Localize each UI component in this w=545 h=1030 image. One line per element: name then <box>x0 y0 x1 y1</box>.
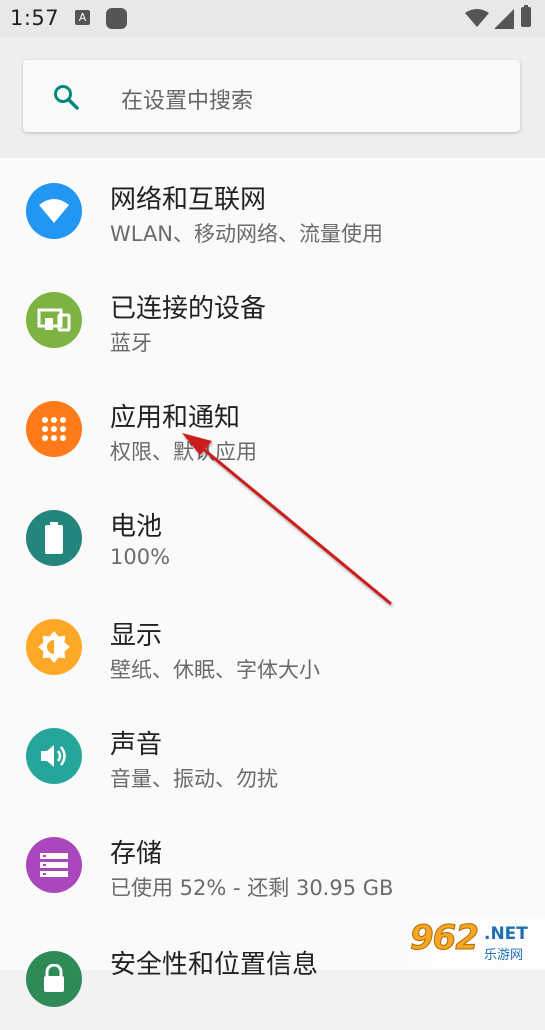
settings-item-connected-devices[interactable]: 已连接的设备 蓝牙 <box>0 267 545 376</box>
devices-icon <box>26 292 82 348</box>
settings-item-subtitle: 蓝牙 <box>110 331 152 355</box>
settings-item-subtitle: 壁纸、休眠、字体大小 <box>110 658 320 682</box>
search-area: 在设置中搜索 <box>0 37 545 158</box>
settings-item-subtitle: WLAN、移动网络、流量使用 <box>110 222 384 246</box>
battery-icon <box>26 510 82 566</box>
notification-a-icon: A <box>75 10 90 25</box>
brightness-icon <box>26 619 82 675</box>
settings-item-storage[interactable]: 存储 已使用 52% - 还剩 30.95 GB <box>0 812 545 921</box>
search-icon <box>54 85 79 110</box>
settings-item-apps-notifications[interactable]: 应用和通知 权限、默认应用 <box>0 376 545 485</box>
settings-item-title: 安全性和位置信息 <box>110 950 319 980</box>
volume-icon <box>26 728 82 784</box>
search-input[interactable]: 在设置中搜索 <box>23 60 520 132</box>
settings-item-title: 网络和互联网 <box>110 185 267 215</box>
settings-item-display[interactable]: 显示 壁纸、休眠、字体大小 <box>0 594 545 703</box>
storage-icon <box>26 837 82 893</box>
search-placeholder: 在设置中搜索 <box>121 89 254 114</box>
settings-item-sound[interactable]: 声音 音量、振动、勿扰 <box>0 703 545 812</box>
signal-icon <box>494 9 514 29</box>
settings-item-title: 显示 <box>110 621 163 651</box>
status-bar: 1:57 A <box>0 0 545 37</box>
watermark-sub: 乐游网 <box>484 948 524 963</box>
settings-item-title: 已连接的设备 <box>110 294 267 324</box>
settings-item-title: 声音 <box>110 730 163 760</box>
settings-item-network[interactable]: 网络和互联网 WLAN、移动网络、流量使用 <box>0 158 545 267</box>
status-time: 1:57 <box>10 6 60 30</box>
settings-item-title: 应用和通知 <box>110 403 241 433</box>
watermark-net: .NET <box>484 924 528 944</box>
wifi-status-icon <box>465 9 489 27</box>
settings-item-subtitle: 已使用 52% - 还剩 30.95 GB <box>110 876 394 900</box>
settings-item-battery[interactable]: 电池 100% <box>0 485 545 594</box>
watermark-962: 962 <box>410 918 480 959</box>
settings-item-subtitle: 权限、默认应用 <box>110 440 257 464</box>
settings-item-subtitle: 音量、振动、勿扰 <box>110 767 278 791</box>
battery-status-icon <box>521 5 531 27</box>
settings-item-title: 电池 <box>110 512 163 542</box>
lock-icon <box>26 951 82 1007</box>
watermark-logo: 962 .NET 乐游网 <box>400 918 545 970</box>
wifi-icon <box>26 183 82 239</box>
notification-square-icon <box>106 8 127 29</box>
settings-item-subtitle: 100% <box>110 545 171 569</box>
settings-item-title: 存储 <box>110 839 163 869</box>
apps-icon <box>26 401 82 457</box>
settings-list: 网络和互联网 WLAN、移动网络、流量使用 已连接的设备 蓝牙 应用和通知 权限… <box>0 158 545 1007</box>
